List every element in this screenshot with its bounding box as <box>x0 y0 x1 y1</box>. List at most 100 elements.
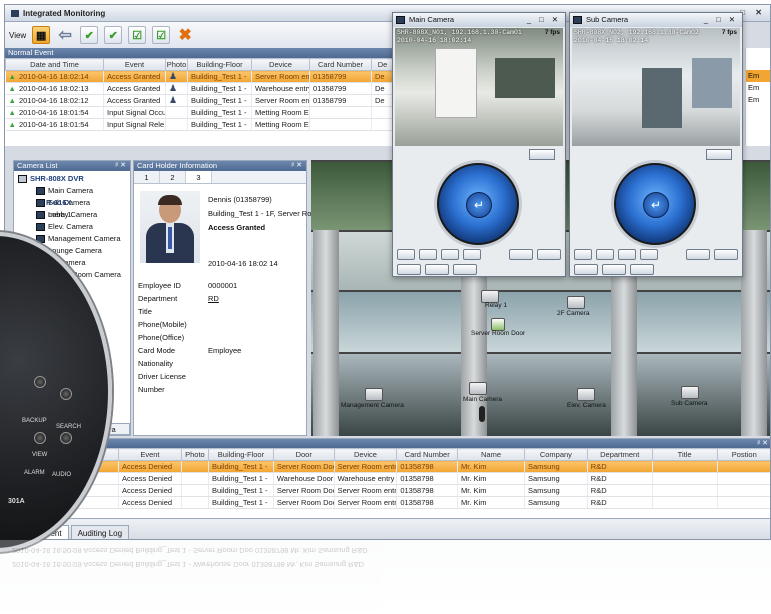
record-button[interactable] <box>574 264 598 275</box>
view-button[interactable] <box>537 249 561 260</box>
close-x-icon[interactable]: ✖ <box>176 26 194 44</box>
tab-1[interactable]: 1 <box>134 171 160 183</box>
playback-button[interactable] <box>425 264 449 275</box>
alarm-event-col-3[interactable]: Building-Floor <box>208 448 274 461</box>
table-cell: Access Denied <box>118 496 182 509</box>
event-status-icon: ▲ <box>8 84 16 93</box>
map-camera-2f-icon[interactable] <box>567 296 585 309</box>
normal-event-col-2[interactable]: Photo <box>165 58 188 71</box>
dvr-node[interactable]: SHR-808X DVR <box>18 173 126 185</box>
normal-event-col-0[interactable]: Date and Time <box>5 58 104 71</box>
normal-event-col-4[interactable]: Device <box>251 58 310 71</box>
tab-3[interactable]: 3 <box>186 171 212 183</box>
sub-camera-window[interactable]: Sub Camera _ □ ✕ SHR-808X_N02, 192.168.1.… <box>569 12 743 277</box>
alarm-event-col-2[interactable]: Photo <box>180 448 210 461</box>
normal-event-col-1[interactable]: Event <box>103 58 166 71</box>
dvr-icon <box>18 175 27 184</box>
normal-event-col-5[interactable]: Card Number <box>309 58 372 71</box>
view-toggle-button[interactable]: ▦ <box>32 26 51 44</box>
normal-event-col-3[interactable]: Building-Floor <box>187 58 252 71</box>
settings-button[interactable] <box>453 264 477 275</box>
main-camera-ptz-dial[interactable]: ↵ <box>437 163 519 245</box>
map-camera-sub-icon[interactable] <box>681 386 699 399</box>
ptz-center-icon[interactable]: ↵ <box>466 192 492 218</box>
map-camera-management-icon[interactable] <box>365 388 383 401</box>
table-cell: 01358799 <box>309 94 372 107</box>
table-row[interactable]: 04-16 16:50:09Access DeniedBuilding_Test… <box>5 460 770 473</box>
alarm-event-col-4[interactable]: Door <box>272 448 335 461</box>
table-row[interactable]: ▲ 2010-04-16 18:01:54 Input Signal Rele Bui… <box>5 118 394 131</box>
iris-button[interactable] <box>640 249 658 260</box>
map-camera-elev-icon[interactable] <box>577 388 595 401</box>
sub-camera-snapshot-button[interactable] <box>706 149 732 160</box>
zoom-in-button[interactable] <box>397 249 415 260</box>
table-cell <box>652 472 718 485</box>
view-button[interactable] <box>714 249 738 260</box>
alarm-event-col-7[interactable]: Name <box>457 448 525 461</box>
main-camera-titlebar[interactable]: Main Camera _ □ ✕ <box>393 13 565 27</box>
holder-field-label: Phone(Mobile) <box>138 320 187 329</box>
table-row[interactable]: 04-16 16:50:09Access DeniedBuilding_Test… <box>5 472 770 485</box>
table-cell: ♟ <box>165 70 188 83</box>
sub-camera-ptz-dial[interactable]: ↵ <box>614 163 696 245</box>
ptz-center-icon[interactable]: ↵ <box>643 192 669 218</box>
person-photo-icon[interactable]: ♟ <box>169 95 177 105</box>
alarm-event-col-5[interactable]: Device <box>333 448 398 461</box>
table-row[interactable]: 04-16 16:50:03Access DeniedBuilding_Test… <box>5 484 770 497</box>
table-row[interactable]: ▲ 2010-04-16 18:01:54 Input Signal Occu Bui… <box>5 106 394 119</box>
map-camera-main-icon[interactable] <box>469 382 487 395</box>
check-list-2-icon[interactable]: ☑ <box>152 26 171 44</box>
camera-list-item[interactable]: Elev. Camera <box>18 221 126 233</box>
alarm-event-col-8[interactable]: Company <box>524 448 588 461</box>
table-row[interactable]: ▲ 2010-04-16 18:02:12 Access Granted ♟ Build… <box>5 94 394 107</box>
main-camera-snapshot-button[interactable] <box>529 149 555 160</box>
check-list-icon[interactable]: ☑ <box>128 26 147 44</box>
table-cell <box>652 496 718 509</box>
iris-button[interactable] <box>463 249 481 260</box>
focus-button[interactable] <box>441 249 459 260</box>
person-photo-icon[interactable]: ♟ <box>169 83 177 93</box>
sub-camera-controls[interactable]: _ □ ✕ <box>704 13 738 27</box>
zoom-out-button[interactable] <box>419 249 437 260</box>
normal-event-col-6[interactable]: De <box>371 58 394 71</box>
tab-2[interactable]: 2 <box>160 171 186 183</box>
back-arrow-icon[interactable]: ⇦ <box>56 26 74 44</box>
sub-camera-feed: SHR-808X_N02, 192.168.1.30-Cam02 2010-04-… <box>572 28 740 146</box>
table-row[interactable]: 04-16 16:50:02Access DeniedBuilding_Test… <box>5 496 770 509</box>
tab-auditing-log[interactable]: Auditing Log <box>70 525 130 539</box>
table-cell <box>309 106 372 119</box>
normal-event-right-column: Em Em Em <box>745 48 770 146</box>
table-cell <box>371 118 394 131</box>
main-camera-controls[interactable]: _ □ ✕ <box>527 13 561 27</box>
check-icon-1[interactable]: ✔ <box>80 26 99 44</box>
zoom-out-button[interactable] <box>596 249 614 260</box>
table-cell: Warehouse Door <box>273 472 335 485</box>
person-photo-icon[interactable]: ♟ <box>169 71 177 81</box>
alarm-event-col-6[interactable]: Card Number <box>396 448 459 461</box>
zoom-in-button[interactable] <box>574 249 592 260</box>
alarm-event-col-10[interactable]: Title <box>651 448 718 461</box>
alarm-event-col-9[interactable]: Department <box>586 448 653 461</box>
table-cell: Access Denied <box>118 472 182 485</box>
sub-camera-titlebar[interactable]: Sub Camera _ □ ✕ <box>570 13 742 27</box>
table-cell: Input Signal Occu <box>103 106 166 119</box>
device-alarm-label: ALARM <box>24 470 45 476</box>
alarm-event-col-11[interactable]: Postion <box>716 448 770 461</box>
sub-camera-osd: SHR-808X_N02, 192.168.1.30-Cam02 2010-04-… <box>574 29 699 44</box>
holder-field-value: 0000001 <box>208 281 238 290</box>
table-cell <box>717 484 770 497</box>
table-row[interactable]: ▲ 2010-04-16 18:02:13 Access Granted ♟ Build… <box>5 82 394 95</box>
record-button[interactable] <box>397 264 421 275</box>
table-row[interactable]: ▲ 2010-04-16 18:02:14 Access Granted ♟ Build… <box>5 70 394 83</box>
preset-button[interactable] <box>686 249 710 260</box>
focus-button[interactable] <box>618 249 636 260</box>
playback-button[interactable] <box>602 264 626 275</box>
holder-field-label: Nationality <box>138 359 174 368</box>
settings-button[interactable] <box>630 264 654 275</box>
preset-button[interactable] <box>509 249 533 260</box>
main-camera-fps: 7 fps <box>544 29 560 36</box>
check-all-icon[interactable]: ✔ <box>104 26 123 44</box>
alarm-event-col-1[interactable]: Event <box>118 448 182 461</box>
main-camera-window[interactable]: Main Camera _ □ ✕ SHR-808X_N01, 192.168.1… <box>392 12 566 277</box>
camera-list-item[interactable]: Main Camera <box>18 185 126 197</box>
